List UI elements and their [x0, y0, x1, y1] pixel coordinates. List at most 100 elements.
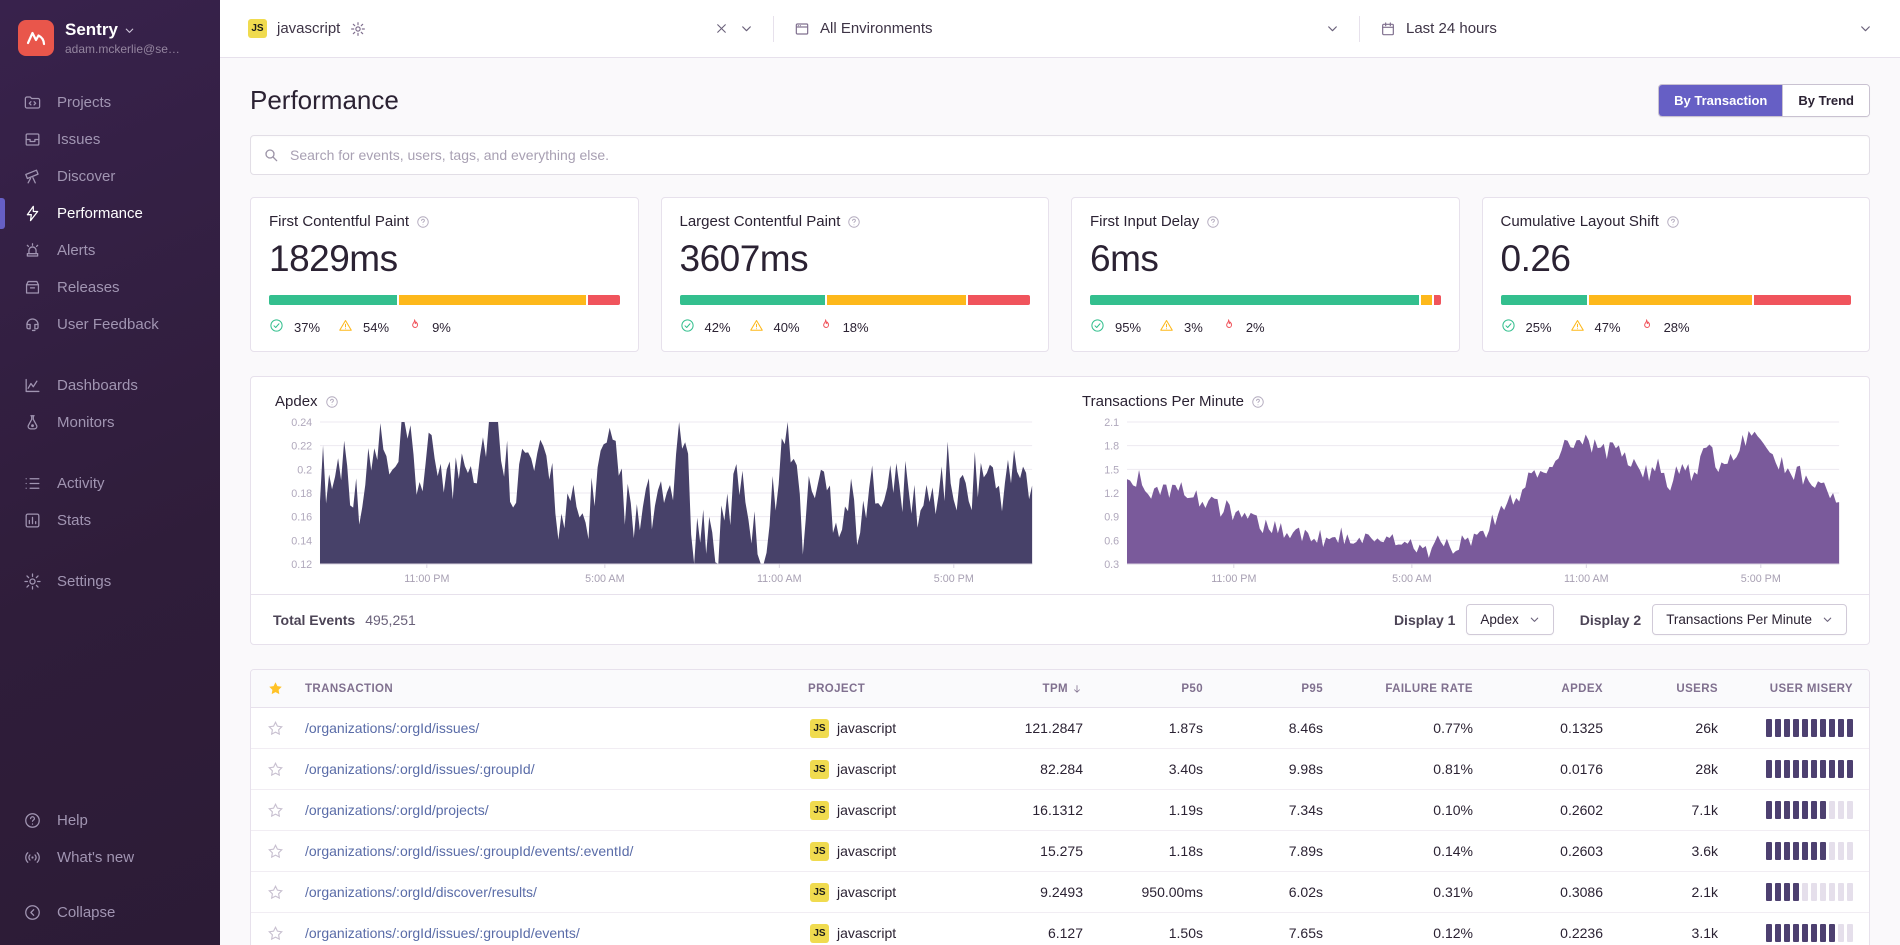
col-header-user-misery[interactable]: USER MISERY [1718, 683, 1853, 695]
sidebar-item-label: User Feedback [57, 316, 159, 333]
sidebar-item-user-feedback[interactable]: User Feedback [0, 306, 220, 343]
display2-label: Display 2 [1580, 612, 1641, 628]
sidebar-item-alerts[interactable]: Alerts [0, 232, 220, 269]
svg-text:0.12: 0.12 [291, 559, 312, 571]
favorite-star-icon[interactable] [267, 720, 305, 737]
user-misery-bar [1718, 924, 1853, 942]
nav-gap [0, 441, 220, 465]
svg-text:0.16: 0.16 [291, 512, 312, 524]
sidebar-item-performance[interactable]: Performance [0, 195, 220, 232]
chart-transactions-per-minute: Transactions Per Minute2.11.81.51.20.90.… [1082, 393, 1845, 590]
display1-select[interactable]: Apdex [1466, 604, 1553, 635]
vital-stat-meh: 47% [1570, 318, 1621, 337]
sidebar-item-dashboards[interactable]: Dashboards [0, 367, 220, 404]
favorite-star-icon[interactable] [267, 802, 305, 819]
sidebar-item-label: Performance [57, 205, 143, 222]
alerts-icon [23, 241, 42, 260]
sidebar-item-settings[interactable]: Settings [0, 563, 220, 600]
sidebar-item-issues[interactable]: Issues [0, 121, 220, 158]
sidebar-item-projects[interactable]: Projects [0, 84, 220, 121]
col-header-failure-rate[interactable]: FAILURE RATE [1323, 683, 1473, 695]
favorite-star-icon[interactable] [267, 925, 305, 942]
favorite-star-icon[interactable] [267, 761, 305, 778]
sidebar-item-activity[interactable]: Activity [0, 465, 220, 502]
transaction-link[interactable]: /organizations/:orgId/issues/:groupId/ev… [305, 925, 808, 941]
sidebar-item-label: Projects [57, 94, 111, 111]
col-header-tpm[interactable]: TPM [973, 683, 1083, 695]
favorite-star-icon[interactable] [267, 843, 305, 860]
favorite-star-header-icon[interactable] [267, 680, 305, 697]
environment-selector[interactable]: All Environments [794, 20, 1339, 37]
svg-text:0.18: 0.18 [291, 488, 312, 500]
col-header-users[interactable]: USERS [1603, 683, 1718, 695]
sidebar-item-help[interactable]: Help [0, 802, 220, 839]
sidebar-item-stats[interactable]: Stats [0, 502, 220, 539]
check-circle-icon [269, 318, 288, 337]
chevron-down-icon [1529, 614, 1540, 625]
chevron-down-icon[interactable] [740, 22, 753, 35]
transaction-link[interactable]: /organizations/:orgId/issues/ [305, 720, 808, 736]
vital-value: 1829ms [269, 238, 620, 280]
favorite-star-icon[interactable] [267, 884, 305, 901]
svg-text:11:00 AM: 11:00 AM [1564, 573, 1609, 585]
vital-stat-meh: 3% [1159, 318, 1203, 337]
window-icon [794, 21, 810, 37]
transaction-link[interactable]: /organizations/:orgId/issues/:groupId/ev… [305, 843, 808, 859]
col-header-transaction[interactable]: TRANSACTION [305, 683, 808, 695]
sidebar-footer: Help What's new Collapse [0, 802, 220, 935]
svg-text:0.6: 0.6 [1104, 535, 1119, 547]
sidebar-item-releases[interactable]: Releases [0, 269, 220, 306]
chart-apdex: Apdex0.240.220.20.180.160.140.1211:00 PM… [275, 393, 1038, 590]
cell-p95: 7.89s [1203, 843, 1323, 859]
cell-p95: 8.46s [1203, 720, 1323, 736]
col-header-project[interactable]: PROJECT [808, 683, 973, 695]
col-header-p50[interactable]: P50 [1083, 683, 1203, 695]
cell-p50: 1.87s [1083, 720, 1203, 736]
brand[interactable]: Sentry adam.mckerlie@se… [0, 14, 220, 58]
vital-title: Largest Contentful Paint [680, 213, 1031, 230]
cell-tpm: 16.1312 [973, 802, 1083, 818]
cell-apdex: 0.1325 [1473, 720, 1603, 736]
flame-icon [1639, 318, 1658, 337]
search-input[interactable] [288, 146, 1857, 164]
vital-title-text: Cumulative Layout Shift [1501, 213, 1659, 230]
help-circle-small [1666, 215, 1680, 229]
sidebar-item-label: What's new [57, 849, 134, 866]
user-misery-bar [1718, 842, 1853, 860]
sidebar-item-discover[interactable]: Discover [0, 158, 220, 195]
sidebar-item-monitors[interactable]: Monitors [0, 404, 220, 441]
clear-project-icon[interactable] [715, 22, 728, 35]
col-header-p95[interactable]: P95 [1203, 683, 1323, 695]
sentry-logo-icon [18, 20, 54, 56]
js-project-badge-icon: JS [810, 842, 829, 861]
svg-text:5:00 AM: 5:00 AM [585, 573, 624, 585]
display2-select[interactable]: Transactions Per Minute [1652, 604, 1847, 635]
daterange-selector[interactable]: Last 24 hours [1380, 20, 1872, 37]
col-header-apdex[interactable]: APDEX [1473, 683, 1603, 695]
cell-failure-rate: 0.14% [1323, 843, 1473, 859]
transaction-link[interactable]: /organizations/:orgId/projects/ [305, 802, 808, 818]
project-selector[interactable]: JS javascript [248, 19, 753, 38]
help-icon [23, 811, 42, 830]
transactions-table: TRANSACTIONPROJECTTPMP50P95FAILURE RATEA… [250, 669, 1870, 945]
web-vitals-cards: First Contentful Paint1829ms37%54%9%Larg… [250, 197, 1870, 352]
vital-title-text: First Input Delay [1090, 213, 1199, 230]
sidebar-item-label: Settings [57, 573, 111, 590]
transaction-link[interactable]: /organizations/:orgId/discover/results/ [305, 884, 808, 900]
bar-segment-poor [1754, 295, 1851, 305]
svg-text:11:00 AM: 11:00 AM [757, 573, 802, 585]
cell-users: 28k [1603, 761, 1718, 777]
toggle-by-transaction[interactable]: By Transaction [1659, 85, 1782, 116]
help-circle-small [1251, 395, 1265, 409]
page-title: Performance [250, 85, 399, 116]
toggle-by-trend[interactable]: By Trend [1782, 85, 1869, 116]
transaction-link[interactable]: /organizations/:orgId/issues/:groupId/ [305, 761, 808, 777]
sidebar-item-what-s-new[interactable]: What's new [0, 839, 220, 876]
sidebar-item-collapse[interactable]: Collapse [0, 894, 220, 931]
project-settings-gear-icon[interactable] [350, 21, 366, 37]
project-name: javascript [837, 884, 896, 900]
cell-tpm: 9.2493 [973, 884, 1083, 900]
apdex-series [320, 422, 1032, 564]
vital-card: Cumulative Layout Shift0.2625%47%28% [1482, 197, 1871, 352]
chevron-down-icon [1859, 22, 1872, 35]
